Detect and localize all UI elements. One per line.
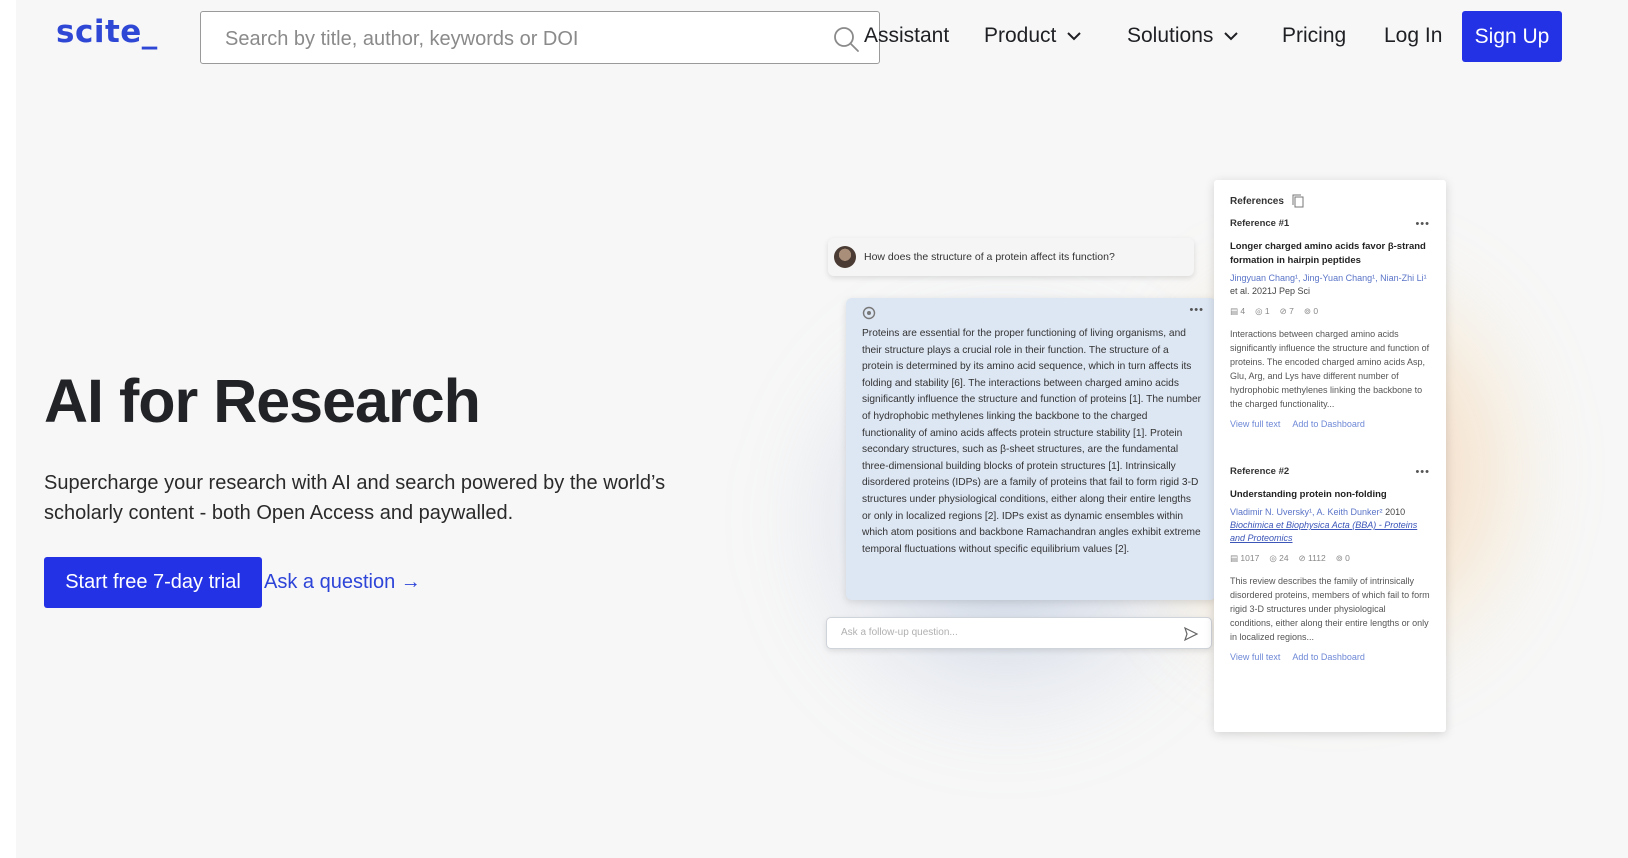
search-bar[interactable]	[200, 11, 880, 64]
copy-icon[interactable]	[1292, 194, 1304, 208]
reference-excerpt: This review describes the family of intr…	[1230, 576, 1430, 642]
search-icon[interactable]	[831, 24, 861, 54]
reference-metrics: ▤ 4 ◎ 1 ⊘ 7 ⊚ 0	[1230, 306, 1430, 317]
avatar	[834, 246, 856, 268]
nav-pricing[interactable]: Pricing	[1282, 24, 1346, 48]
reference-item: Reference #2 ••• Understanding protein n…	[1230, 466, 1430, 662]
send-icon[interactable]	[1183, 626, 1199, 642]
metric-supporting: ◎ 1	[1255, 306, 1270, 316]
reference-author-names[interactable]: Vladimir N. Uversky¹, A. Keith Dunker²	[1230, 507, 1383, 517]
scite-logo[interactable]: scite_	[56, 14, 158, 50]
add-to-dashboard-link[interactable]: Add to Dashboard	[1292, 419, 1365, 429]
references-panel: References Reference #1 ••• Longer charg…	[1214, 180, 1446, 732]
reference-authors: Vladimir N. Uversky¹, A. Keith Dunker² 2…	[1230, 506, 1430, 545]
chevron-down-icon	[1224, 32, 1239, 41]
nav-assistant[interactable]: Assistant	[864, 24, 949, 48]
metric-publications: ▤ 1017	[1230, 553, 1260, 563]
start-trial-button[interactable]: Start free 7-day trial	[44, 557, 262, 608]
more-options-icon[interactable]: •••	[1189, 304, 1204, 316]
followup-input-box[interactable]	[826, 617, 1212, 649]
chevron-down-icon	[1067, 32, 1082, 41]
nav-product[interactable]: Product	[984, 24, 1082, 48]
more-options-icon[interactable]: •••	[1415, 466, 1430, 478]
references-header: References	[1230, 194, 1430, 208]
reference-links: View full text Add to Dashboard	[1230, 652, 1430, 662]
nav-solutions[interactable]: Solutions	[1127, 24, 1239, 48]
hero-title: AI for Research	[44, 367, 481, 435]
metric-mentioning: ⊘ 1112	[1298, 553, 1326, 563]
reference-title[interactable]: Longer charged amino acids favor β-stran…	[1230, 240, 1430, 268]
search-input[interactable]	[223, 22, 827, 56]
more-options-icon[interactable]: •••	[1415, 218, 1430, 230]
page: scite_ Assistant Product Solutions Prici…	[16, 0, 1628, 858]
hero-subtitle: Supercharge your research with AI and se…	[44, 472, 666, 524]
nav-login-label: Log In	[1384, 24, 1443, 47]
metric-contrasting: ⊚ 0	[1303, 306, 1319, 316]
metric-mentioning: ⊘ 7	[1279, 306, 1294, 316]
chat-question-bubble: How does the structure of a protein affe…	[828, 238, 1194, 276]
chat-question-text: How does the structure of a protein affe…	[864, 251, 1115, 263]
reference-journal[interactable]: Biochimica et Biophysica Acta (BBA) - Pr…	[1230, 520, 1417, 543]
nav-pricing-label: Pricing	[1282, 24, 1347, 47]
assistant-icon	[862, 306, 876, 320]
view-full-text-link[interactable]: View full text	[1230, 419, 1280, 429]
metric-publications: ▤ 4	[1230, 306, 1246, 316]
metric-supporting: ◎ 24	[1269, 553, 1289, 563]
reference-label: Reference #1	[1230, 218, 1290, 229]
assistant-answer-text: Proteins are essential for the proper fu…	[862, 328, 1202, 555]
ask-question-link[interactable]: Ask a question →	[264, 571, 421, 594]
nav-solutions-label: Solutions	[1127, 24, 1214, 47]
reference-metrics: ▤ 1017 ◎ 24 ⊘ 1112 ⊚ 0	[1230, 553, 1430, 564]
reference-links: View full text Add to Dashboard	[1230, 419, 1430, 429]
nav-product-label: Product	[984, 24, 1057, 47]
add-to-dashboard-link[interactable]: Add to Dashboard	[1292, 652, 1365, 662]
reference-meta: 2010	[1385, 507, 1406, 517]
reference-authors: Jingyuan Chang¹, Jing-Yuan Chang¹, Nian-…	[1230, 272, 1430, 298]
reference-author-names[interactable]: Jingyuan Chang¹, Jing-Yuan Chang¹, Nian-…	[1230, 273, 1427, 283]
assistant-answer-card: ••• Proteins are essential for the prope…	[846, 298, 1216, 600]
reference-excerpt: Interactions between charged amino acids…	[1230, 329, 1430, 409]
followup-input[interactable]	[839, 626, 1163, 639]
reference-label: Reference #2	[1230, 466, 1290, 477]
nav-assistant-label: Assistant	[864, 24, 950, 47]
nav-login[interactable]: Log In	[1384, 24, 1442, 48]
reference-meta: et al. 2021J Pep Sci	[1230, 286, 1311, 296]
references-heading: References	[1230, 195, 1284, 207]
reference-item: Reference #1 ••• Longer charged amino ac…	[1230, 218, 1430, 429]
reference-title[interactable]: Understanding protein non-folding	[1230, 488, 1430, 502]
signup-button[interactable]: Sign Up	[1462, 11, 1562, 62]
metric-contrasting: ⊚ 0	[1335, 553, 1350, 563]
view-full-text-link[interactable]: View full text	[1230, 652, 1280, 662]
